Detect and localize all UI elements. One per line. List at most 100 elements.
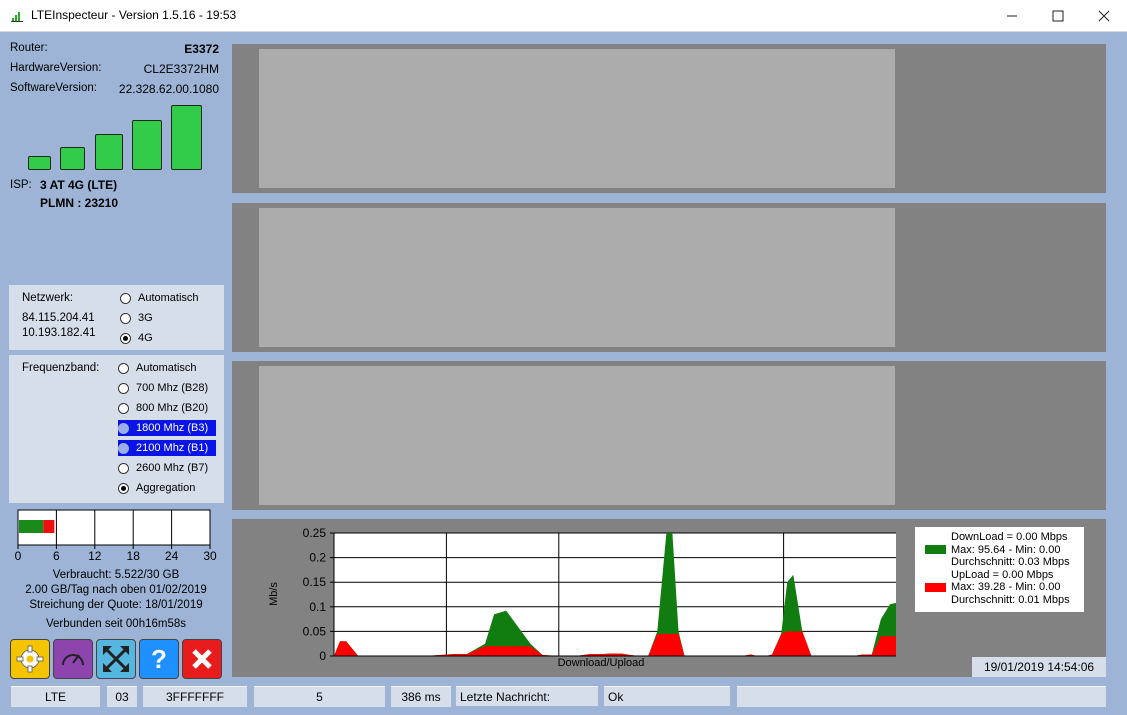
quota-tick: 6 — [53, 549, 60, 563]
radio-circle-checked — [120, 332, 131, 344]
network-radio-3g[interactable]: 3G — [120, 310, 153, 326]
radio-circle-checked — [118, 482, 129, 494]
freq-radio-b20[interactable]: 800 Mhz (B20) — [118, 400, 208, 416]
quota-per-day-text: 2.00 GB/Tag nach oben 01/02/2019 — [25, 584, 207, 596]
radio-label: 700 Mhz (B28) — [136, 382, 209, 394]
network-panel: Netzwerk: 84.115.204.41 10.193.182.41 Au… — [9, 285, 224, 350]
settings-button[interactable] — [10, 639, 50, 679]
graph-panel-2 — [232, 203, 1106, 352]
window-title: LTEInspecteur - Version 1.5.16 - 19:53 — [31, 8, 237, 22]
quota-tick: 12 — [88, 549, 102, 563]
minimize-button[interactable] — [989, 0, 1035, 31]
radio-label: 2100 Mhz (B1) — [136, 442, 209, 454]
isp-value: 3 AT 4G (LTE) — [40, 178, 118, 192]
freq-radio-aggregation[interactable]: Aggregation — [118, 480, 195, 496]
y-axis-label: Mb/s — [268, 582, 280, 606]
radio-circle — [118, 422, 129, 434]
frequency-band-label: Frequenzband: — [22, 362, 100, 374]
radio-circle — [118, 462, 129, 474]
frequency-band-panel: Frequenzband: Automatisch 700 Mhz (B28) … — [9, 355, 224, 503]
fullscreen-arrows-icon — [103, 646, 129, 672]
y-tick-label: 0.05 — [303, 624, 327, 638]
radio-label: 3G — [138, 312, 153, 324]
radio-circle — [118, 382, 129, 394]
graph-panel-3 — [232, 361, 1106, 510]
software-version-value: 22.328.62.00.1080 — [118, 82, 219, 96]
graph-area-1 — [259, 49, 895, 188]
quota-used-text: Verbraucht: 5.522/30 GB — [52, 569, 180, 581]
status-extra — [737, 686, 1106, 707]
close-window-button[interactable] — [1081, 0, 1127, 31]
radio-label: Aggregation — [136, 482, 196, 494]
status-message: Ok — [604, 686, 730, 706]
hardware-version-label: HardwareVersion: — [10, 62, 102, 74]
radio-circle — [118, 402, 129, 414]
upload-max-min: Max: 39.28 - Min: 0.00 — [951, 581, 1061, 593]
router-label: Router: — [10, 42, 48, 54]
status-hex: 3FFFFFFF — [143, 686, 247, 707]
graph-panel-1 — [232, 44, 1106, 193]
radio-circle — [120, 292, 131, 304]
network-label: Netzwerk: — [22, 292, 74, 304]
signal-bar-2 — [60, 147, 85, 170]
quota-tick: 18 — [127, 549, 141, 563]
download-max-min: Max: 95.64 - Min: 0.00 — [951, 543, 1061, 556]
radio-circle — [118, 362, 129, 374]
radio-circle — [118, 442, 129, 454]
exit-button[interactable] — [182, 639, 222, 679]
throughput-chart: Mb/s Download/Upload 0 0.05 0.1 0.15 0.2 0.25 — [268, 526, 896, 669]
status-ping: 386 ms — [391, 686, 451, 707]
quota-tick: 0 — [15, 549, 22, 563]
network-radio-automatisch[interactable]: Automatisch — [120, 290, 199, 306]
radio-label: Automatisch — [138, 292, 199, 304]
close-window-icon — [1098, 10, 1110, 21]
chart-legend: DownLoad = 0.00 Mbps Max: 95.64 - Min: 0… — [915, 527, 1084, 612]
quota-info: Verbraucht: 5.522/30 GB 2.00 GB/Tag nach… — [0, 568, 232, 632]
network-radio-4g[interactable]: 4G — [120, 330, 153, 346]
quota-cut-text: Streichung der Quote: 18/01/2019 — [29, 599, 203, 611]
maximize-icon — [1052, 10, 1064, 21]
router-value: E3372 — [184, 42, 219, 56]
help-button[interactable]: ? — [139, 639, 179, 679]
upload-swatch — [925, 583, 946, 592]
status-message-label: Letzte Nachricht: — [456, 686, 598, 706]
speedometer-icon — [62, 654, 84, 666]
status-code: 03 — [107, 686, 137, 707]
y-tick-label: 0.15 — [303, 575, 327, 589]
download-average: Durchschnitt: 0.03 Mbps — [951, 556, 1070, 568]
radio-label: 1800 Mhz (B3) — [136, 422, 209, 434]
signal-bar-4 — [132, 120, 162, 170]
close-icon — [192, 649, 212, 669]
quota-chart: 0 6 12 18 24 30 — [15, 509, 217, 563]
status-mode: LTE — [11, 686, 100, 707]
hardware-version-value: CL2E3372HM — [143, 62, 219, 76]
quota-tick: 30 — [203, 549, 217, 563]
signal-bar-3 — [95, 134, 123, 170]
isp-label: ISP: — [10, 179, 32, 191]
freq-radio-automatisch[interactable]: Automatisch — [118, 360, 197, 376]
plmn-value: PLMN : 23210 — [40, 196, 119, 210]
speed-test-button[interactable] — [53, 639, 93, 679]
y-tick-label: 0 — [319, 649, 326, 663]
download-swatch — [925, 545, 946, 554]
radio-label: 2600 Mhz (B7) — [136, 462, 209, 474]
x-axis-label: Download/Upload — [558, 657, 645, 669]
signal-bar-1 — [28, 156, 51, 170]
quota-used-bar — [19, 520, 44, 533]
freq-radio-b28[interactable]: 700 Mhz (B28) — [118, 380, 208, 396]
y-tick-label: 0.25 — [303, 526, 327, 540]
freq-radio-b7[interactable]: 2600 Mhz (B7) — [118, 460, 208, 476]
connected-since-text: Verbunden seit 00h16m58s — [45, 618, 187, 630]
signal-bar-5 — [171, 105, 202, 170]
freq-radio-b3[interactable]: 1800 Mhz (B3) — [118, 420, 216, 436]
ip-address-1: 84.115.204.41 — [22, 312, 95, 324]
graph-area-3 — [259, 366, 895, 505]
quota-over-bar — [43, 520, 55, 533]
maximize-button[interactable] — [1035, 0, 1081, 31]
fullscreen-button[interactable] — [96, 639, 136, 679]
y-tick-label: 0.1 — [309, 600, 326, 614]
freq-radio-b1[interactable]: 2100 Mhz (B1) — [118, 440, 216, 456]
app-icon — [11, 12, 23, 22]
minimize-icon — [1007, 15, 1017, 16]
y-tick-label: 0.2 — [309, 551, 326, 565]
